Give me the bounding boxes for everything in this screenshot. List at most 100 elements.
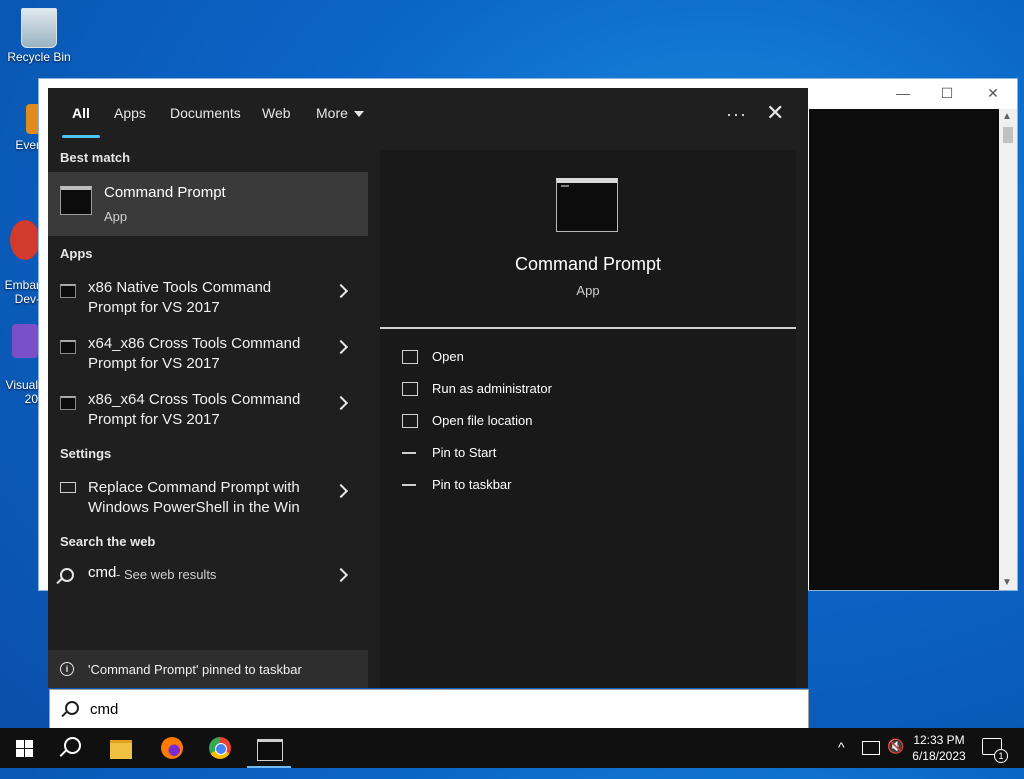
close-icon[interactable]: ✕	[766, 100, 784, 126]
chevron-right-icon[interactable]	[333, 283, 349, 299]
action-pin-to-start[interactable]: Pin to Start	[402, 445, 762, 469]
info-icon: i	[60, 662, 74, 676]
list-item[interactable]: x64_x86 Cross Tools Command Prompt for V…	[48, 332, 368, 388]
taskbar-settings-icon	[60, 482, 76, 493]
section-search-web: Search the web	[60, 534, 156, 549]
action-open[interactable]: Open	[402, 349, 762, 373]
settings-result-label: Replace Command Prompt with Windows Powe…	[88, 479, 300, 516]
scroll-up-icon[interactable]: ▲	[1002, 111, 1012, 122]
preview-subtitle: App	[576, 283, 600, 298]
action-run-as-administrator[interactable]: Run as administrator	[402, 381, 762, 405]
pinned-notice-text: 'Command Prompt' pinned to taskbar	[88, 662, 302, 677]
web-query: cmd	[88, 564, 117, 581]
chrome-icon	[209, 737, 231, 759]
results-list: Best match Command Prompt App Apps x86 N…	[48, 150, 368, 688]
firefox-button[interactable]	[148, 728, 196, 768]
minimize-icon[interactable]: —	[889, 85, 917, 103]
volume-muted-icon[interactable]: 🔇	[887, 738, 904, 778]
chevron-right-icon[interactable]	[333, 567, 349, 583]
best-match-title: Command Prompt	[104, 184, 226, 201]
web-search-item[interactable]: cmd - See web results	[48, 564, 368, 594]
section-apps: Apps	[60, 246, 93, 261]
clock-date: 6/18/2023	[912, 749, 966, 763]
web-results-label: - See web results	[116, 567, 217, 582]
maximize-icon[interactable]: ☐	[933, 85, 961, 103]
search-box[interactable]	[49, 689, 809, 729]
visual-studio-app-icon	[12, 324, 38, 358]
list-item[interactable]: x86 Native Tools Command Prompt for VS 2…	[48, 276, 368, 332]
chrome-button[interactable]	[197, 728, 245, 768]
file-explorer-button[interactable]	[98, 728, 146, 768]
section-best-match: Best match	[60, 150, 131, 165]
taskbar-clock[interactable]: 12:33 PM 6/18/2023	[905, 732, 973, 764]
preview-title: Command Prompt	[514, 254, 662, 274]
chevron-down-icon	[353, 111, 364, 118]
embarcadero-app-icon	[10, 220, 40, 260]
open-icon	[402, 350, 418, 364]
tab-more-label: More	[316, 105, 348, 121]
action-open-file-location[interactable]: Open file location	[402, 413, 762, 437]
scroll-down-icon[interactable]: ▼	[1002, 577, 1012, 588]
command-prompt-icon	[60, 284, 76, 298]
scrollbar-thumb[interactable]	[1003, 127, 1013, 143]
folder-icon	[110, 740, 132, 759]
best-match-item[interactable]: Command Prompt App	[48, 172, 368, 236]
list-item[interactable]: x86_x64 Cross Tools Command Prompt for V…	[48, 388, 368, 444]
vertical-scrollbar[interactable]: ▲ ▼	[999, 109, 1017, 590]
section-settings: Settings	[60, 446, 112, 461]
clock-time: 12:33 PM	[913, 733, 965, 747]
app-result-label: x64_x86 Cross Tools Command Prompt for V…	[88, 335, 301, 372]
tab-web[interactable]: Web	[262, 105, 291, 121]
pin-icon	[402, 484, 416, 486]
chevron-right-icon[interactable]	[333, 483, 349, 499]
close-icon[interactable]: ✕	[979, 85, 1007, 103]
notification-count-badge: 1	[994, 749, 1008, 763]
chevron-right-icon[interactable]	[333, 339, 349, 355]
action-label: Pin to Start	[432, 445, 497, 460]
chevron-right-icon[interactable]	[333, 395, 349, 411]
search-icon	[64, 737, 81, 754]
command-prompt-icon	[60, 186, 92, 215]
tab-all[interactable]: All	[72, 105, 90, 121]
desktop-icon-visual-studio[interactable]: Visual 20	[0, 310, 38, 406]
active-tab-indicator	[62, 135, 100, 138]
start-button[interactable]	[0, 728, 48, 768]
command-prompt-icon	[60, 396, 76, 410]
list-item[interactable]: Replace Command Prompt with Windows Powe…	[48, 476, 368, 532]
desktop-icon-recycle-bin[interactable]: Recycle Bin	[4, 8, 74, 64]
search-tabs: All Apps Documents Web More ··· ✕	[48, 88, 808, 150]
desktop-icon-label: Embar Dev-	[4, 278, 40, 306]
best-match-subtitle: App	[104, 209, 128, 224]
pinned-notice: i 'Command Prompt' pinned to taskbar	[48, 650, 368, 688]
desktop-icon-label: Recycle Bin	[7, 50, 71, 64]
preview-divider	[380, 327, 796, 329]
desktop-icon-label: Visual 20	[5, 378, 38, 406]
search-input[interactable]	[88, 696, 792, 722]
chevron-up-icon[interactable]: ^	[838, 739, 845, 779]
action-pin-to-taskbar[interactable]: Pin to taskbar	[402, 477, 762, 501]
search-icon	[65, 701, 79, 715]
app-result-label: x86_x64 Cross Tools Command Prompt for V…	[88, 391, 301, 428]
network-icon[interactable]	[862, 741, 880, 755]
desktop-icon-embarcadero[interactable]: Embar Dev-	[0, 206, 40, 306]
command-prompt-large-icon	[556, 178, 618, 232]
action-label: Open	[432, 349, 464, 364]
tab-more[interactable]: More	[316, 105, 364, 121]
tab-documents[interactable]: Documents	[170, 105, 241, 121]
command-prompt-icon	[257, 739, 283, 761]
command-prompt-icon	[60, 340, 76, 354]
action-label: Pin to taskbar	[432, 477, 512, 492]
firefox-icon	[161, 737, 183, 759]
pin-icon	[402, 452, 416, 454]
command-prompt-taskbar-button[interactable]	[245, 728, 293, 768]
more-options-icon[interactable]: ···	[726, 104, 747, 125]
console-area[interactable]	[809, 109, 999, 590]
taskbar-search-button[interactable]	[48, 728, 96, 768]
preview-pane: Command Prompt App Open Run as administr…	[380, 150, 796, 688]
search-panel: All Apps Documents Web More ··· ✕ Best m…	[48, 88, 808, 688]
windows-logo-icon	[16, 740, 33, 757]
file-location-icon	[402, 414, 418, 428]
app-result-label: x86 Native Tools Command Prompt for VS 2…	[88, 279, 272, 316]
recycle-bin-icon	[21, 8, 57, 48]
tab-apps[interactable]: Apps	[114, 105, 146, 121]
